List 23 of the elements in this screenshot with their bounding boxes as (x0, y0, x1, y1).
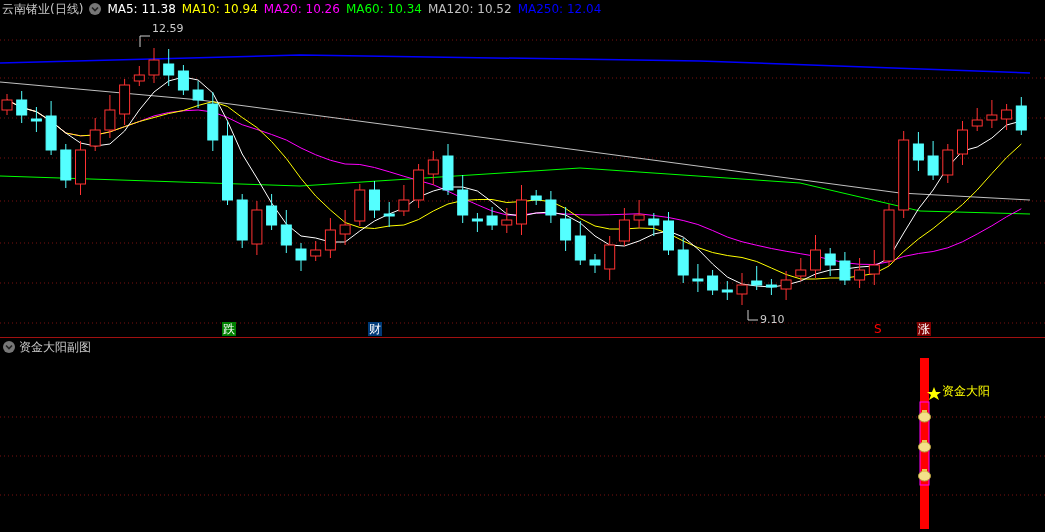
indicator-value: MA120: 10.52 (427, 2, 512, 16)
collapse-icon[interactable] (3, 341, 15, 353)
money-bag-icon (918, 440, 931, 453)
money-bag-icon (918, 410, 931, 423)
money-bag-icon (918, 469, 931, 482)
indicator-value: MA60: 10.34 (345, 2, 422, 16)
leader-line (747, 309, 759, 321)
price-label: 9.10 (760, 313, 785, 326)
indicator-value: MA10: 10.94 (181, 2, 258, 16)
signal-label: 资金大阳 (942, 383, 990, 400)
collapse-icon[interactable] (89, 3, 102, 15)
leader-line (139, 35, 151, 48)
signal-marker: 涨 (917, 322, 931, 336)
chart-title: 云南锗业(日线) (2, 0, 84, 18)
signal-marker: S (873, 322, 883, 336)
indicator-value: MA250: 12.04 (517, 2, 602, 16)
star-icon (927, 387, 941, 400)
signal-marker: 跌 (222, 322, 236, 336)
indicator-title: 资金大阳副图 (19, 338, 91, 356)
price-label: 12.59 (152, 22, 184, 35)
indicator-value: MA5: 11.38 (107, 2, 176, 16)
signal-marker: 财 (368, 322, 382, 336)
indicator-value: MA20: 10.26 (263, 2, 340, 16)
